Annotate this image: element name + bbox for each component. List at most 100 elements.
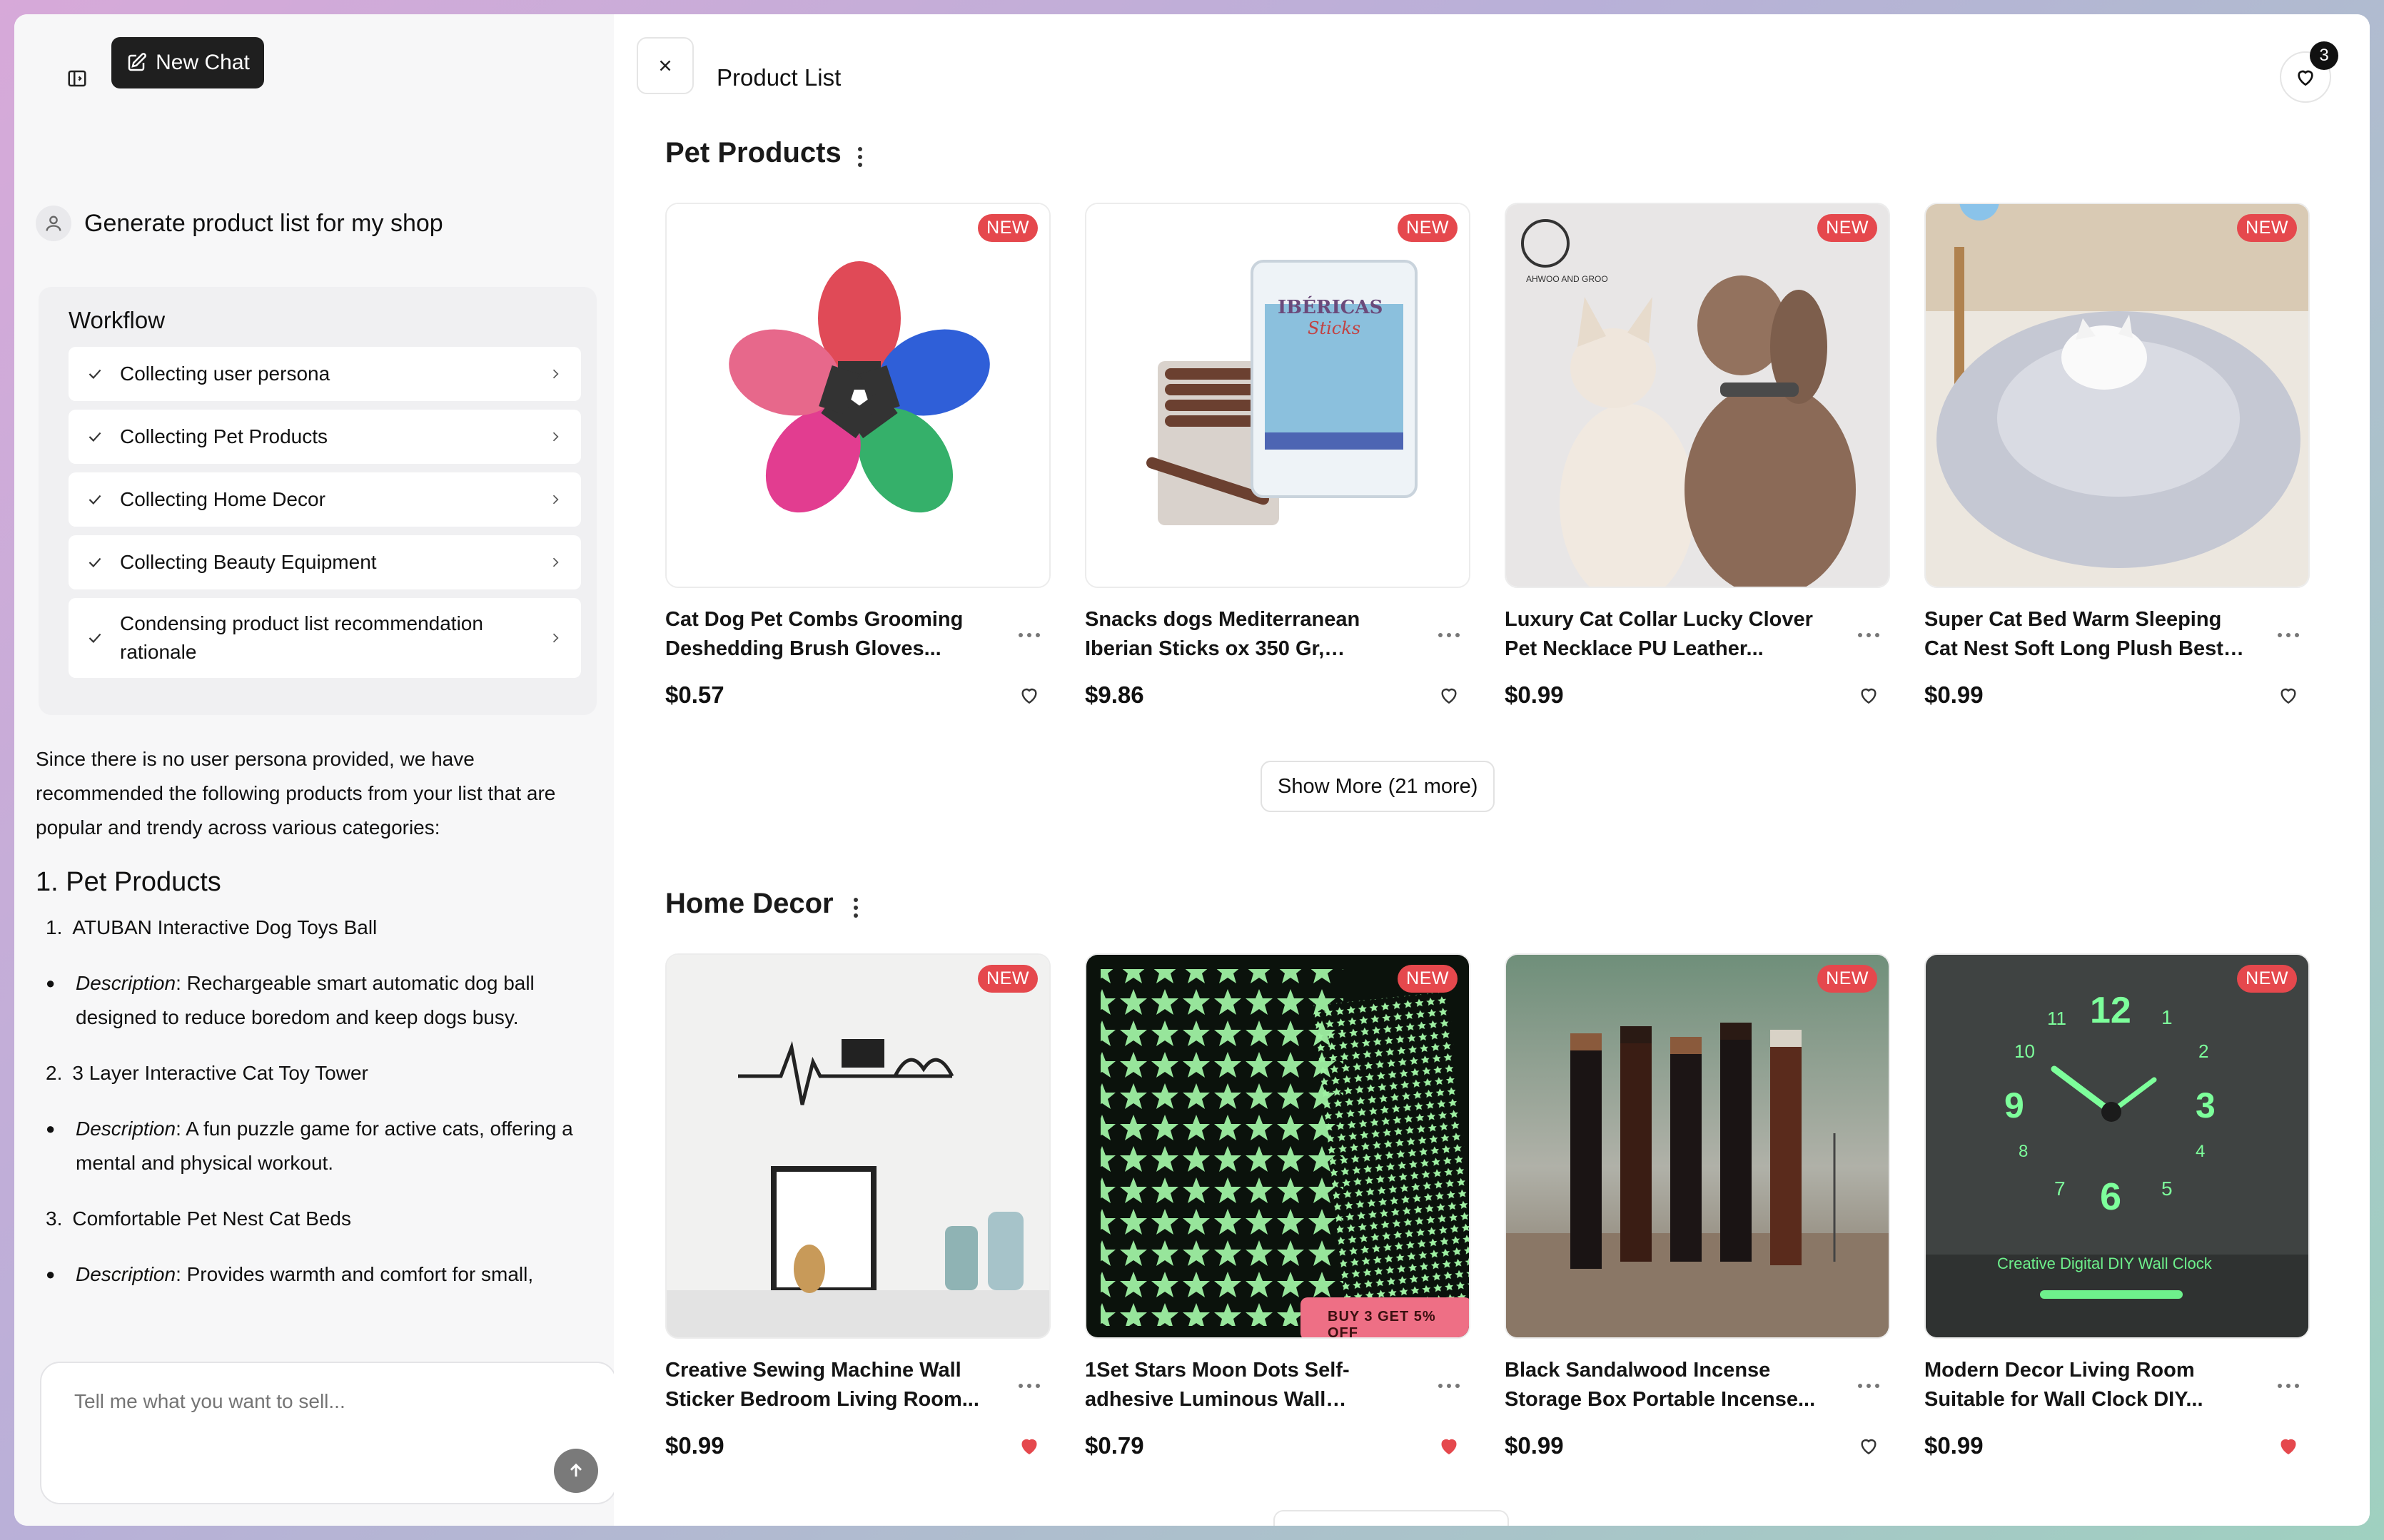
chevron-right-icon — [552, 633, 559, 643]
chat-panel: New Chat Generate product list for my sh… — [14, 14, 617, 1526]
heart-outline-icon[interactable] — [2267, 679, 2310, 711]
workflow-step[interactable]: Collecting Beauty Equipment — [69, 535, 581, 589]
list-item: 3. Comfortable Pet Nest Cat Beds — [46, 1202, 585, 1236]
clock-number: 2 — [2198, 1040, 2209, 1062]
chevron-right-icon — [552, 432, 559, 442]
product-price: $0.99 — [1924, 682, 1984, 708]
chat-composer — [40, 1362, 617, 1504]
heart-filled-icon[interactable] — [1428, 1430, 1470, 1462]
workflow-step-label: Collecting Pet Products — [120, 425, 328, 447]
workflow-title: Workflow — [69, 307, 166, 333]
new-badge: NEW — [1817, 965, 1877, 993]
heart-filled-icon[interactable] — [1008, 1430, 1051, 1462]
check-icon — [89, 495, 101, 505]
workflow-step[interactable]: Collecting Home Decor — [69, 472, 581, 527]
section-menu-icon[interactable] — [849, 143, 871, 171]
product-card[interactable]: IBÉRICAS Sticks NEW Snacks dogs Mediterr… — [1085, 203, 1470, 711]
more-options-icon[interactable] — [2267, 605, 2310, 665]
workflow-step[interactable]: Collecting Pet Products — [69, 410, 581, 464]
promo-text: BUY 3 GET 5% OFF — [1328, 1309, 1436, 1339]
heart-outline-icon[interactable] — [1428, 679, 1470, 711]
product-price: $0.99 — [665, 1432, 724, 1459]
product-image[interactable]: NEW — [1505, 953, 1890, 1339]
heart-outline-icon[interactable] — [1847, 1430, 1890, 1462]
product-panel: Product List 3 Pet Products NEW Cat Dog … — [614, 14, 2370, 1526]
description-text: : Provides warmth and comfort for small, — [176, 1263, 534, 1285]
workflow-step-label: Collecting user persona — [120, 363, 330, 385]
product-image[interactable]: IBÉRICAS Sticks NEW — [1085, 203, 1470, 588]
sidebar-toggle-icon[interactable] — [50, 51, 104, 106]
product-title[interactable]: Luxury Cat Collar Lucky Clover Pet Neckl… — [1505, 605, 1847, 665]
list-item-name: 3 Layer Interactive Cat Toy Tower — [72, 1062, 368, 1084]
more-options-icon[interactable] — [1428, 605, 1470, 665]
new-badge: NEW — [2237, 965, 2297, 993]
product-image[interactable]: NEW — [1924, 203, 2310, 588]
product-card[interactable]: NEW Super Cat Bed Warm Sleeping Cat Nest… — [1924, 203, 2310, 711]
more-options-icon[interactable] — [1847, 605, 1890, 665]
assistant-answer: Since there is no user persona provided,… — [36, 742, 585, 1313]
more-options-icon[interactable] — [1428, 1356, 1470, 1416]
more-options-icon[interactable] — [1847, 1356, 1890, 1416]
section-menu-icon[interactable] — [845, 893, 867, 922]
heart-outline-icon[interactable] — [1847, 679, 1890, 711]
product-card[interactable]: NEW Creative Sewing Machine Wall Sticker… — [665, 953, 1051, 1462]
product-title[interactable]: Cat Dog Pet Combs Grooming Deshedding Br… — [665, 605, 1008, 665]
workflow-panel: Workflow Collecting user persona Collect… — [39, 287, 597, 715]
heart-filled-icon[interactable] — [2267, 1430, 2310, 1462]
product-title[interactable]: Modern Decor Living Room Suitable for Wa… — [1924, 1356, 2267, 1416]
more-options-icon[interactable] — [1008, 605, 1051, 665]
product-card[interactable]: 12 1 2 3 4 5 6 7 8 9 10 11 Creative Digi… — [1924, 953, 2310, 1462]
more-options-icon[interactable] — [1008, 1356, 1051, 1416]
product-image[interactable]: AHWOO AND GROO NEW — [1505, 203, 1890, 588]
product-image[interactable]: NEW — [665, 203, 1051, 588]
product-title[interactable]: Super Cat Bed Warm Sleeping Cat Nest Sof… — [1924, 605, 2267, 665]
product-image[interactable]: 12 1 2 3 4 5 6 7 8 9 10 11 Creative Digi… — [1924, 953, 2310, 1339]
product-title[interactable]: Creative Sewing Machine Wall Sticker Bed… — [665, 1356, 1008, 1416]
send-button[interactable] — [554, 1449, 598, 1493]
new-badge: NEW — [1398, 965, 1458, 993]
product-image[interactable]: BUY 3 GET 5% OFF NEW — [1085, 953, 1470, 1339]
product-title[interactable]: Black Sandalwood Incense Storage Box Por… — [1505, 1356, 1847, 1416]
chat-input[interactable] — [74, 1390, 502, 1433]
list-item-description: ● Description: Provides warmth and comfor… — [46, 1257, 585, 1292]
product-card[interactable]: NEW Cat Dog Pet Combs Grooming Desheddin… — [665, 203, 1051, 711]
show-more-button-partial[interactable] — [1273, 1510, 1509, 1526]
new-badge: NEW — [1817, 214, 1877, 242]
product-price: $0.99 — [1505, 682, 1564, 708]
description-label: Description — [76, 1118, 176, 1140]
product-card[interactable]: BUY 3 GET 5% OFF NEW 1Set Stars Moon Dot… — [1085, 953, 1470, 1462]
new-badge: NEW — [2237, 214, 2297, 242]
answer-intro: Since there is no user persona provided,… — [36, 748, 556, 839]
user-message-text: Generate product list for my shop — [84, 209, 443, 237]
list-item-description: ● Description: A fun puzzle game for acti… — [46, 1112, 585, 1180]
product-grid: NEW Creative Sewing Machine Wall Sticker… — [665, 953, 2310, 1462]
new-badge: NEW — [1398, 214, 1458, 242]
workflow-step[interactable]: Collecting user persona — [69, 347, 581, 401]
description-label: Description — [76, 1263, 176, 1285]
product-title[interactable]: Snacks dogs Mediterranean Iberian Sticks… — [1085, 605, 1428, 665]
list-item-name: Comfortable Pet Nest Cat Beds — [72, 1207, 351, 1230]
product-card[interactable]: AHWOO AND GROO NEW Luxury Cat Collar Luc… — [1505, 203, 1890, 711]
new-badge: NEW — [978, 965, 1038, 993]
workflow-step[interactable]: Condensing product list recommendation r… — [69, 598, 581, 678]
product-card[interactable]: NEW Black Sandalwood Incense Storage Box… — [1505, 953, 1890, 1462]
close-button[interactable] — [637, 37, 694, 94]
user-message: Generate product list for my shop — [36, 206, 443, 241]
section-title: Home Decor — [665, 888, 834, 919]
new-chat-button[interactable]: New Chat — [111, 37, 264, 88]
clock-number: 4 — [2196, 1142, 2206, 1161]
clock-number: 1 — [2161, 1006, 2173, 1028]
heart-outline-icon[interactable] — [1008, 679, 1051, 711]
chevron-right-icon — [552, 369, 559, 379]
product-title[interactable]: 1Set Stars Moon Dots Self-adhesive Lumin… — [1085, 1356, 1428, 1416]
list-number: 1. — [46, 916, 63, 938]
show-more-button[interactable]: Show More (21 more) — [1261, 761, 1495, 812]
clock-number: 10 — [2014, 1040, 2035, 1062]
list-item: 2. 3 Layer Interactive Cat Toy Tower — [46, 1056, 585, 1090]
new-badge: NEW — [978, 214, 1038, 242]
close-icon — [660, 60, 671, 71]
more-options-icon[interactable] — [2267, 1356, 2310, 1416]
product-image[interactable]: NEW — [665, 953, 1051, 1339]
clock-caption: Creative Digital DIY Wall Clock — [1997, 1255, 2212, 1272]
check-icon — [89, 369, 101, 379]
